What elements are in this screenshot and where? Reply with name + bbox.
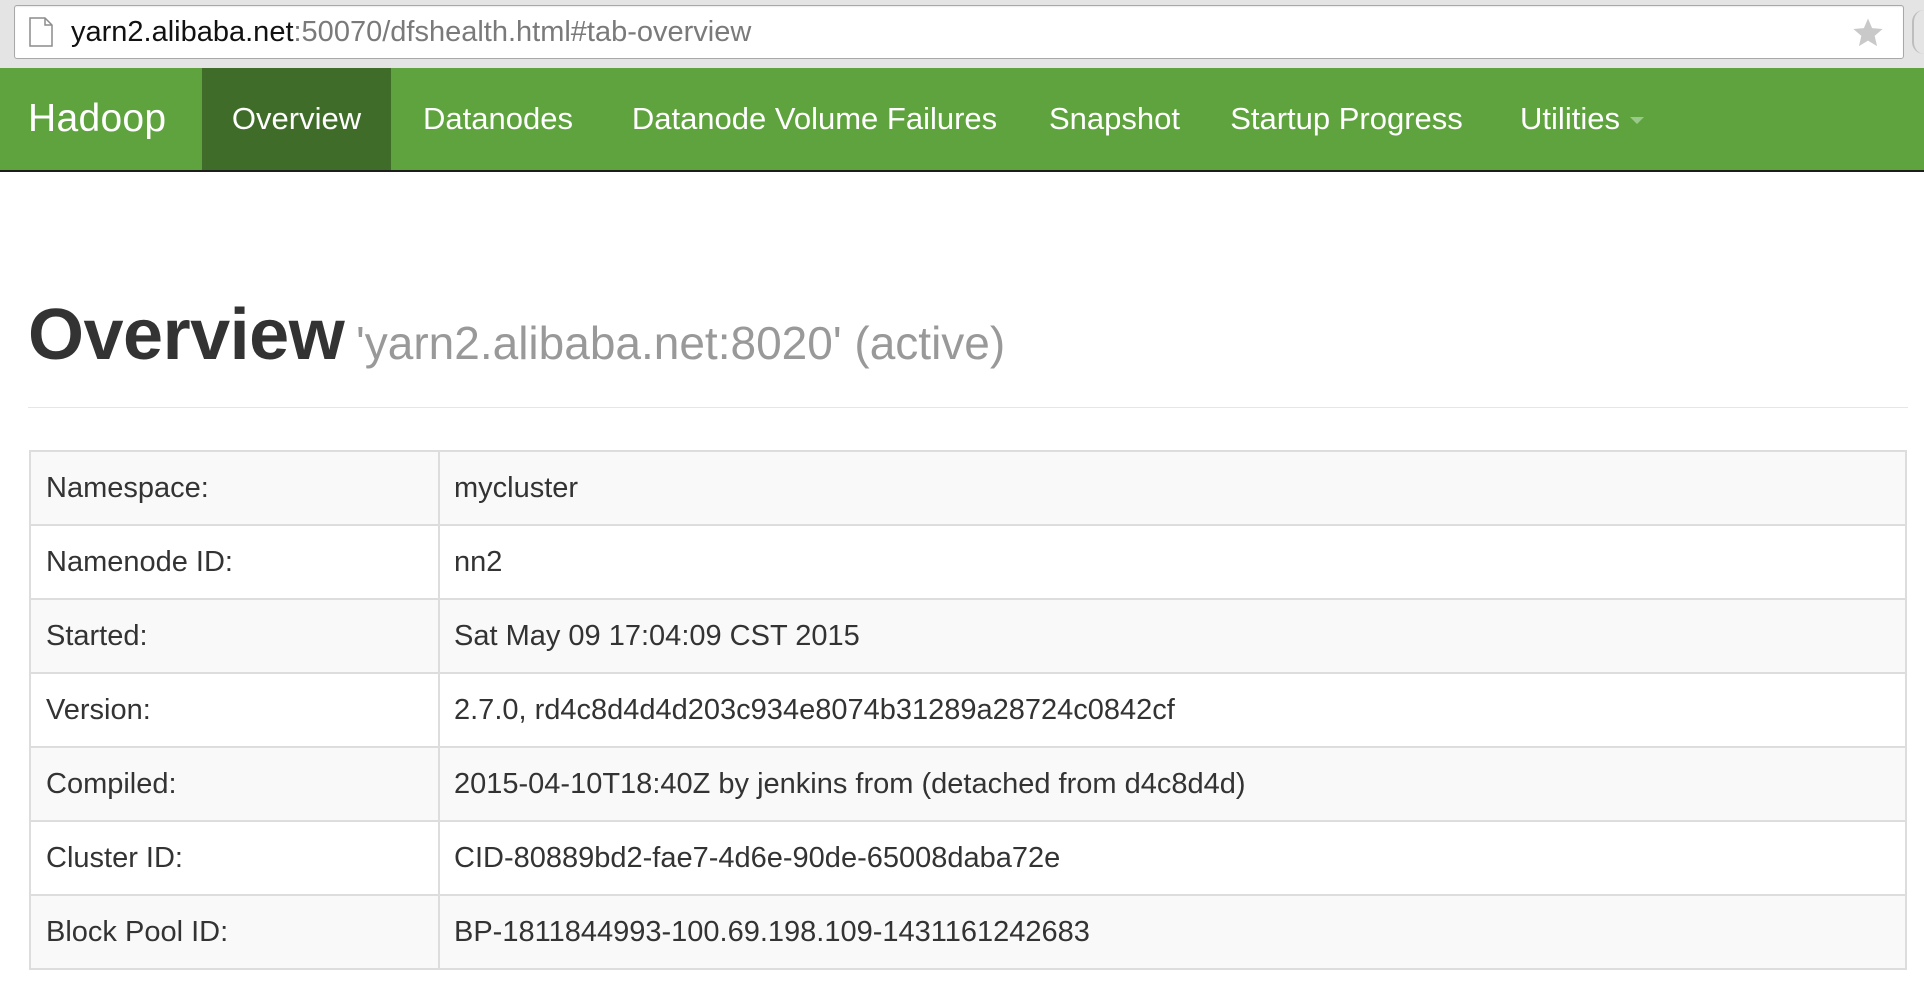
nav-utilities[interactable]: Utilities [1488, 68, 1676, 170]
row-label: Version: [29, 672, 440, 748]
table-row-version: Version: 2.7.0, rd4c8d4d4d203c934e8074b3… [29, 672, 1907, 748]
row-label: Compiled: [29, 746, 440, 822]
brand-logo[interactable]: Hadoop [28, 68, 166, 170]
nav-overview[interactable]: Overview [202, 68, 391, 170]
nav-snapshot[interactable]: Snapshot [1024, 68, 1205, 170]
row-value: 2015-04-10T18:40Z by jenkins from (detac… [438, 746, 1907, 822]
url-text[interactable]: yarn2.alibaba.net:50070/dfshealth.html#t… [71, 6, 751, 58]
nav-datanode-volume-failures[interactable]: Datanode Volume Failures [605, 68, 1024, 170]
row-value: 2.7.0, rd4c8d4d4d203c934e8074b31289a2872… [438, 672, 1907, 748]
page-title: Overview [28, 295, 345, 375]
navbar: Hadoop Overview Datanodes Datanode Volum… [0, 68, 1924, 172]
browser-toolbar: yarn2.alibaba.net:50070/dfshealth.html#t… [0, 0, 1924, 68]
page-header: Overview 'yarn2.alibaba.net:8020' (activ… [28, 286, 1908, 408]
row-label: Started: [29, 598, 440, 674]
nav-datanodes[interactable]: Datanodes [391, 68, 605, 170]
row-label: Namespace: [29, 450, 440, 526]
browser-edge [1912, 10, 1924, 54]
caret-down-icon [1629, 117, 1644, 125]
row-label: Block Pool ID: [29, 894, 440, 970]
row-label: Cluster ID: [29, 820, 440, 896]
star-icon[interactable] [1851, 16, 1885, 50]
address-bar[interactable]: yarn2.alibaba.net:50070/dfshealth.html#t… [14, 5, 1904, 59]
row-value: mycluster [438, 450, 1907, 526]
overview-table: Namespace: mycluster Namenode ID: nn2 St… [29, 450, 1907, 970]
row-value: Sat May 09 17:04:09 CST 2015 [438, 598, 1907, 674]
url-host: yarn2.alibaba.net [71, 16, 294, 48]
table-row-namespace: Namespace: mycluster [29, 450, 1907, 526]
row-value: nn2 [438, 524, 1907, 600]
table-row-compiled: Compiled: 2015-04-10T18:40Z by jenkins f… [29, 746, 1907, 822]
row-label: Namenode ID: [29, 524, 440, 600]
row-value: CID-80889bd2-fae7-4d6e-90de-65008daba72e [438, 820, 1907, 896]
nav-utilities-label: Utilities [1520, 101, 1620, 136]
document-icon [29, 17, 53, 47]
row-value: BP-1811844993-100.69.198.109-14311612426… [438, 894, 1907, 970]
table-row-cluster-id: Cluster ID: CID-80889bd2-fae7-4d6e-90de-… [29, 820, 1907, 896]
nav-startup-progress[interactable]: Startup Progress [1205, 68, 1488, 170]
table-row-started: Started: Sat May 09 17:04:09 CST 2015 [29, 598, 1907, 674]
table-row-block-pool-id: Block Pool ID: BP-1811844993-100.69.198.… [29, 894, 1907, 970]
page-subtitle: 'yarn2.alibaba.net:8020' (active) [356, 317, 1006, 369]
url-path: :50070/dfshealth.html#tab-overview [293, 16, 752, 48]
table-row-namenode-id: Namenode ID: nn2 [29, 524, 1907, 600]
